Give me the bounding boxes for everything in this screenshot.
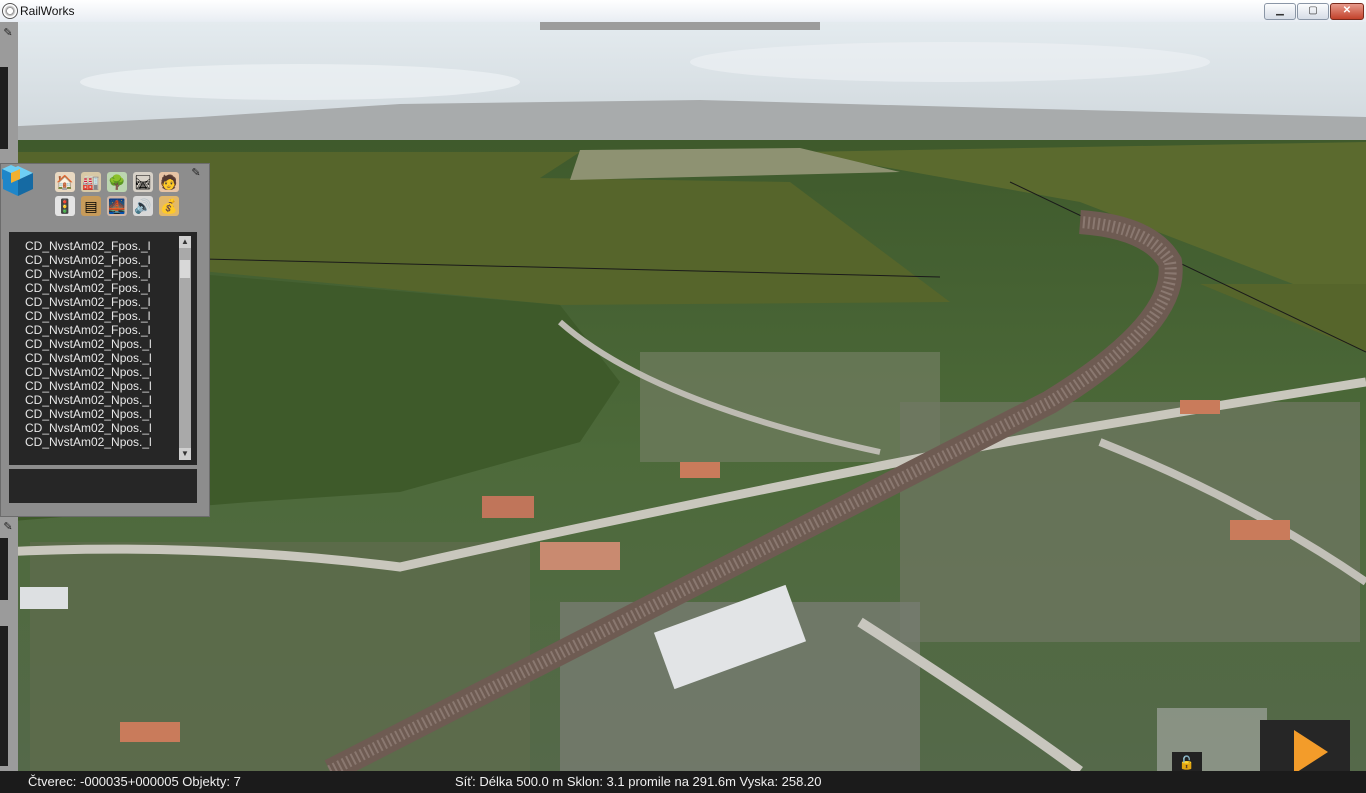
list-item[interactable]: CD_NvstAm02_Fpos._l [25, 239, 150, 253]
play-icon [1294, 730, 1328, 771]
list-item[interactable]: CD_NvstAm02_Npos._l [25, 351, 152, 365]
list-item[interactable]: CD_NvstAm02_Fpos._l [25, 281, 150, 295]
list-item[interactable]: CD_NvstAm02_Fpos._l [25, 309, 150, 323]
track-info-status: Síť: Délka 500.0 m Sklon: 3.1 promile na… [455, 774, 822, 789]
left-collapsed-panel[interactable] [0, 626, 8, 766]
money-bag-icon[interactable]: 💰 [159, 196, 179, 216]
list-item[interactable]: CD_NvstAm02_Fpos._l [25, 267, 150, 281]
track-piece-icon[interactable]: ▤ [81, 196, 101, 216]
pin-icon[interactable]: ✎ [1, 520, 15, 534]
maximize-button[interactable]: ▢ [1297, 3, 1329, 20]
window-title: RailWorks [20, 4, 75, 18]
bridge-icon[interactable]: 🌉 [107, 196, 127, 216]
lock-icon[interactable]: 🔓 [1172, 752, 1202, 771]
pin-icon[interactable]: ✎ [189, 166, 203, 180]
object-browser-panel: ✎ 🏠 🏭 🌳 🛤 🧑 🚦 ▤ 🌉 🔊 💰 CD_NvstAm02_Fpos._… [0, 163, 210, 517]
minimize-button[interactable]: ▁ [1264, 3, 1296, 20]
3d-viewport[interactable]: ✎ ✎ ✎ 🏠 🏭 🌳 🛤 🧑 🚦 ▤ 🌉 🔊 💰 CD_NvstAm02_Fp… [0, 22, 1366, 771]
figure-icon[interactable]: 🧑 [159, 172, 179, 192]
tree-icon[interactable]: 🌳 [107, 172, 127, 192]
list-item[interactable]: CD_NvstAm02_Npos._l [25, 365, 152, 379]
track-icon[interactable]: 🛤 [133, 172, 153, 192]
industry-icon[interactable]: 🏭 [81, 172, 101, 192]
pin-icon[interactable]: ✎ [1, 26, 15, 40]
scroll-up-button[interactable]: ▲ [179, 236, 191, 248]
list-item[interactable]: CD_NvstAm02_Npos._l [25, 435, 152, 449]
list-item[interactable]: CD_NvstAm02_Fpos._l [25, 295, 150, 309]
list-item[interactable]: CD_NvstAm02_Npos._l [25, 421, 152, 435]
camera-scrollbar[interactable] [540, 22, 820, 30]
list-scrollbar[interactable]: ▲ ▼ [179, 236, 191, 460]
left-collapsed-panel[interactable] [0, 538, 8, 600]
signal-icon[interactable]: 🚦 [55, 196, 75, 216]
close-button[interactable]: ✕ [1330, 3, 1364, 20]
object-info-box [9, 469, 197, 503]
title-bar: RailWorks ▁ ▢ ✕ [0, 0, 1366, 23]
sound-icon[interactable]: 🔊 [133, 196, 153, 216]
left-collapsed-panel[interactable] [0, 67, 8, 149]
scroll-thumb[interactable] [180, 260, 190, 278]
list-item[interactable]: CD_NvstAm02_Npos._l [25, 337, 152, 351]
tile-object-status: Čtverec: -000035+000005 Objekty: 7 [28, 774, 241, 789]
list-item[interactable]: CD_NvstAm02_Npos._l [25, 393, 152, 407]
play-button[interactable] [1260, 720, 1350, 771]
railworks-app-icon [2, 3, 18, 19]
list-item[interactable]: CD_NvstAm02_Fpos._l [25, 323, 150, 337]
list-item[interactable]: CD_NvstAm02_Npos._l [25, 379, 152, 393]
status-bar: Čtverec: -000035+000005 Objekty: 7 Síť: … [0, 771, 1366, 793]
list-item[interactable]: CD_NvstAm02_Npos._l [25, 407, 152, 421]
small-cube-icon[interactable] [1, 164, 21, 184]
scroll-down-button[interactable]: ▼ [179, 448, 191, 460]
object-list[interactable]: CD_NvstAm02_Fpos._l CD_NvstAm02_Fpos._l … [9, 232, 197, 465]
list-item[interactable]: CD_NvstAm02_Fpos._l [25, 253, 150, 267]
house-icon[interactable]: 🏠 [55, 172, 75, 192]
